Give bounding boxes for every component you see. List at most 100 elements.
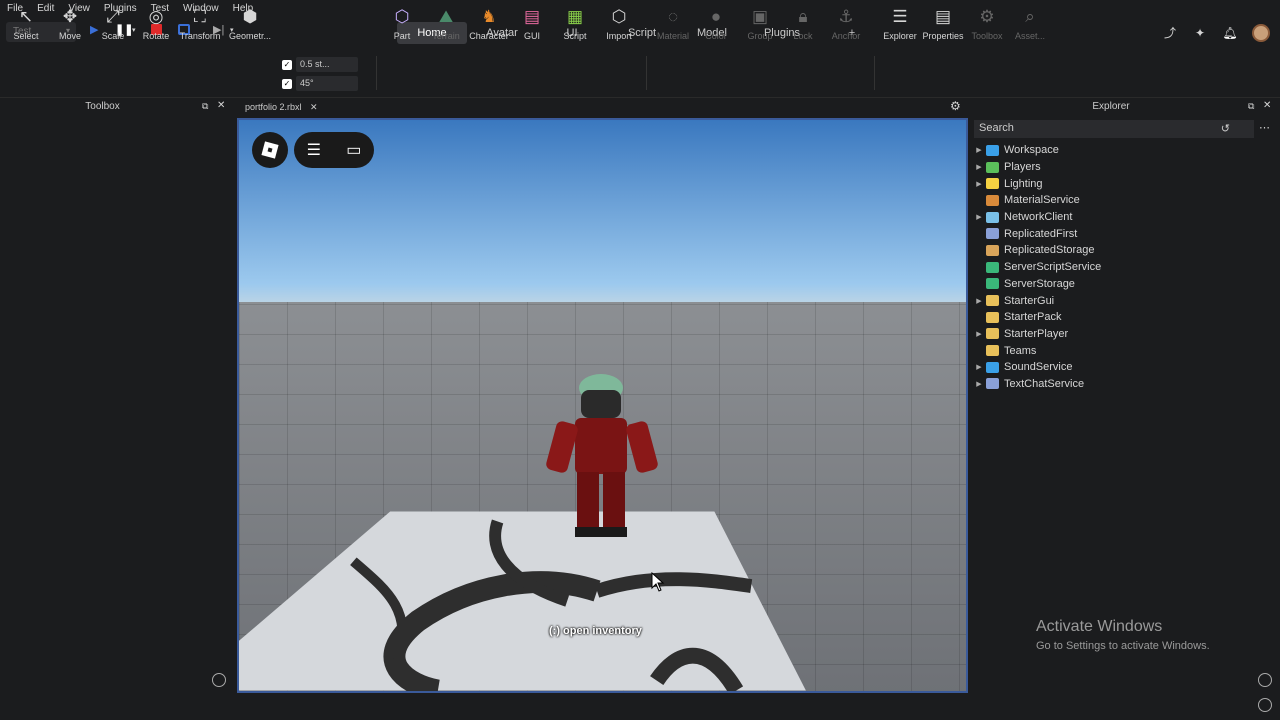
service-icon xyxy=(986,345,999,357)
group-tool[interactable]: ▣ Group xyxy=(739,6,781,41)
close-icon[interactable]: ✕ xyxy=(310,102,318,112)
history-icon[interactable]: ↺ xyxy=(1221,122,1230,135)
explorer-item[interactable]: ServerScriptService xyxy=(972,259,1280,276)
rotate-snap-input[interactable]: 45° xyxy=(296,76,358,91)
character-tool[interactable]: ♞ Character xyxy=(468,6,510,41)
undock-icon[interactable]: ⧉ xyxy=(202,101,208,112)
geometry-icon: ⬢ xyxy=(242,7,258,26)
explorer-item-label: ReplicatedStorage xyxy=(1004,244,1095,257)
explorer-item[interactable]: ServerStorage xyxy=(972,276,1280,293)
anchor-label: Anchor xyxy=(831,31,861,41)
viewport-tab[interactable]: portfolio 2.rbxl ✕ xyxy=(237,98,326,116)
expand-arrow-icon[interactable]: ▶ xyxy=(972,213,986,221)
expand-arrow-icon[interactable]: ▶ xyxy=(972,146,986,154)
explorer-item[interactable]: ▶ SoundService xyxy=(972,359,1280,376)
explorer-item[interactable]: Teams xyxy=(972,342,1280,359)
undock-icon[interactable]: ⧉ xyxy=(1248,101,1254,112)
move-tool[interactable]: ✥ Move xyxy=(49,6,91,41)
refresh-icon[interactable] xyxy=(1258,698,1272,712)
transform-tool[interactable]: ⛶ Transform xyxy=(179,6,221,41)
rotate-label: Rotate xyxy=(142,31,170,41)
expand-arrow-icon[interactable]: ▶ xyxy=(972,380,986,388)
service-icon xyxy=(986,161,999,173)
expand-arrow-icon[interactable]: ▶ xyxy=(972,363,986,371)
more-options-icon[interactable]: ⋯ xyxy=(1259,121,1270,134)
toolbox-label: Toolbox xyxy=(971,31,1003,41)
assistant-icon[interactable]: ✦ xyxy=(1192,25,1208,41)
import-label: Import xyxy=(606,31,632,41)
import-tool[interactable]: ⬡ Import xyxy=(598,6,640,41)
lock-label: Lock xyxy=(793,31,813,41)
refresh-icon[interactable] xyxy=(1258,673,1272,687)
gear-icon[interactable]: ⚙ xyxy=(950,99,961,113)
select-tool[interactable]: ↖ Select xyxy=(5,6,47,41)
explorer-item[interactable]: ▶ StarterPlayer xyxy=(972,326,1280,343)
move-snap-input[interactable]: 0.5 st... xyxy=(296,57,358,72)
explorer-item-label: StarterPlayer xyxy=(1004,327,1069,340)
service-icon xyxy=(986,328,999,340)
roblox-logo-icon xyxy=(261,141,279,159)
service-icon xyxy=(986,295,999,307)
chat-icon[interactable]: ▭ xyxy=(346,140,361,160)
expand-arrow-icon[interactable]: ▶ xyxy=(972,163,986,171)
service-icon xyxy=(986,194,999,206)
explorer-item[interactable]: StarterPack xyxy=(972,309,1280,326)
lock-tool[interactable]: 🔒︎ Lock xyxy=(782,6,824,41)
checkbox-checked-icon[interactable]: ✓ xyxy=(282,78,292,89)
explorer-item[interactable]: ▶ Lighting xyxy=(972,175,1280,192)
checkbox-checked-icon[interactable]: ✓ xyxy=(282,59,292,70)
explorer-item[interactable]: ReplicatedFirst xyxy=(972,225,1280,242)
watermark-subtitle: Go to Settings to activate Windows. xyxy=(1036,640,1210,652)
explorer-toggle[interactable]: ☰ Explorer xyxy=(879,6,921,41)
share-icon[interactable]: ⤴ xyxy=(1162,25,1178,41)
group-icon: ▣ xyxy=(751,7,769,26)
explorer-item-label: ServerStorage xyxy=(1004,277,1075,290)
properties-icon: ▤ xyxy=(934,7,952,26)
scale-tool[interactable]: ⤢ Scale xyxy=(92,6,134,41)
script-tool[interactable]: ▦ Script xyxy=(554,6,596,41)
color-tool[interactable]: ● Color xyxy=(695,6,737,41)
anchor-tool[interactable]: ⚓︎ Anchor xyxy=(825,6,867,41)
explorer-item-label: NetworkClient xyxy=(1004,211,1073,224)
terrain-tool[interactable]: ⛰ Terrain xyxy=(425,6,467,41)
roblox-menu-button[interactable] xyxy=(252,132,288,168)
character-icon: ♞ xyxy=(481,7,497,26)
rotate-tool[interactable]: ◎ Rotate xyxy=(135,6,177,41)
expand-arrow-icon[interactable]: ▶ xyxy=(972,330,986,338)
service-icon xyxy=(986,278,999,290)
properties-toggle[interactable]: ▤ Properties xyxy=(922,6,964,41)
close-icon[interactable]: ✕ xyxy=(1263,100,1271,111)
refresh-icon[interactable] xyxy=(212,673,226,687)
hud-pill: ☰ ▭ xyxy=(294,132,374,168)
toolbox-icon: ⚙ xyxy=(979,7,995,26)
explorer-item[interactable]: MaterialService xyxy=(972,192,1280,209)
explorer-item[interactable]: ▶ TextChatService xyxy=(972,376,1280,393)
part-tool[interactable]: ⬡ Part xyxy=(381,6,423,41)
explorer-item[interactable]: ReplicatedStorage xyxy=(972,242,1280,259)
notifications-icon[interactable]: 🔔︎ xyxy=(1222,25,1238,41)
expand-arrow-icon[interactable]: ▶ xyxy=(972,297,986,305)
explorer-item-label: SoundService xyxy=(1004,361,1073,374)
explorer-item[interactable]: ▶ NetworkClient xyxy=(972,209,1280,226)
asset-manager-toggle[interactable]: ⌕ Asset... xyxy=(1009,6,1051,41)
explorer-item[interactable]: ▶ Players xyxy=(972,159,1280,176)
geometry-tool[interactable]: ⬢ Geometr... xyxy=(229,6,271,41)
gui-tool[interactable]: ▤ GUI xyxy=(511,6,553,41)
hamburger-menu-icon[interactable]: ☰ xyxy=(307,140,321,160)
service-icon xyxy=(986,144,999,156)
toolbox-toggle[interactable]: ⚙ Toolbox xyxy=(966,6,1008,41)
avatar[interactable] xyxy=(1252,24,1270,42)
material-tool[interactable]: ◌ Material xyxy=(652,6,694,41)
group-label: Group xyxy=(747,31,773,41)
terrain-icon: ⛰ xyxy=(438,7,454,26)
explorer-icon: ☰ xyxy=(892,7,908,26)
inventory-prompt: (:) open inventory xyxy=(549,625,642,637)
geometry-label: Geometr... xyxy=(229,31,272,41)
explorer-search-input[interactable]: Search ↺ ⋯ xyxy=(974,120,1270,138)
explorer-item-label: Teams xyxy=(1004,344,1037,357)
expand-arrow-icon[interactable]: ▶ xyxy=(972,180,986,188)
explorer-item[interactable]: ▶ Workspace xyxy=(972,142,1280,159)
close-icon[interactable]: ✕ xyxy=(217,100,225,111)
game-viewport[interactable]: ☰ ▭ (:) open inventory xyxy=(237,118,968,693)
explorer-item[interactable]: ▶ StarterGui xyxy=(972,292,1280,309)
